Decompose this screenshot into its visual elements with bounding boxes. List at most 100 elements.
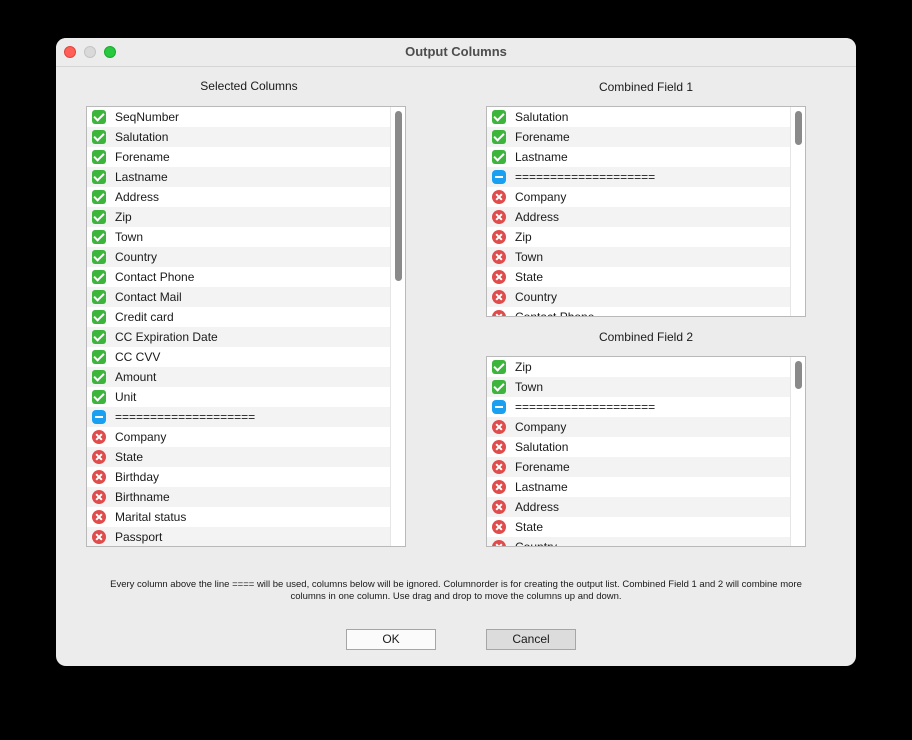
list-item-label: Marital status — [115, 510, 187, 524]
checkmark-icon — [92, 230, 106, 244]
excluded-icon — [492, 480, 506, 494]
checkmark-icon — [92, 150, 106, 164]
checkmark-icon — [92, 170, 106, 184]
list-item-label: CC Expiration Date — [115, 330, 218, 344]
list-item-label: Lastname — [515, 150, 568, 164]
list-item[interactable]: Zip — [87, 207, 391, 227]
list-item[interactable]: Company — [487, 187, 791, 207]
excluded-icon — [92, 490, 106, 504]
list-item[interactable]: Marital status — [87, 507, 391, 527]
list-item[interactable]: ==================== — [487, 167, 791, 187]
combined-field-1-header: Combined Field 1 — [598, 80, 694, 94]
checkmark-icon — [92, 290, 106, 304]
list-item-label: Zip — [115, 210, 132, 224]
list-item[interactable]: Country — [487, 287, 791, 307]
scrollbar-thumb[interactable] — [795, 361, 802, 389]
excluded-icon — [492, 420, 506, 434]
list-item-label: CC CVV — [115, 350, 161, 364]
excluded-icon — [492, 520, 506, 534]
list-item-label: Forename — [515, 460, 570, 474]
list-item-label: Company — [515, 190, 567, 204]
title-bar: Output Columns — [56, 38, 856, 67]
excluded-icon — [492, 190, 506, 204]
list-item[interactable]: Lastname — [87, 167, 391, 187]
list-item[interactable]: Town — [487, 377, 791, 397]
list-item[interactable]: Town — [487, 247, 791, 267]
list-item[interactable]: State — [487, 517, 791, 537]
list-item[interactable]: CC Expiration Date — [87, 327, 391, 347]
list-item[interactable]: ==================== — [487, 397, 791, 417]
list-item[interactable]: Zip — [487, 357, 791, 377]
list-item[interactable]: Address — [487, 497, 791, 517]
list-item[interactable]: CC CVV — [87, 347, 391, 367]
output-columns-dialog: Output Columns Selected Columns SeqNumbe… — [56, 38, 856, 666]
list-item[interactable]: Country — [487, 537, 791, 546]
excluded-icon — [492, 540, 506, 546]
list-item[interactable]: Unit — [87, 387, 391, 407]
list-item[interactable]: Forename — [87, 147, 391, 167]
cancel-button[interactable]: Cancel — [486, 629, 576, 650]
list-item[interactable]: Contact Phone — [87, 267, 391, 287]
combined-field-1-list[interactable]: Salutation Forename Lastname ==============… — [486, 106, 806, 317]
list-item-label: Birthday — [115, 470, 160, 484]
scrollbar-thumb[interactable] — [395, 111, 402, 281]
list-item[interactable]: Passport — [87, 527, 391, 546]
list-item[interactable]: Company — [487, 417, 791, 437]
list-item[interactable]: SeqNumber — [87, 107, 391, 127]
list-item[interactable]: State — [87, 447, 391, 467]
excluded-icon — [492, 290, 506, 304]
list-item-label: State — [515, 270, 544, 284]
excluded-icon — [92, 470, 106, 484]
list-item-label: Address — [515, 500, 560, 514]
list-item-label: Address — [515, 210, 560, 224]
list-item-label: Forename — [515, 130, 570, 144]
combined-field-1-scrollbar[interactable] — [790, 107, 805, 316]
checkmark-icon — [92, 270, 106, 284]
list-item[interactable]: Credit card — [87, 307, 391, 327]
list-item[interactable]: Forename — [487, 457, 791, 477]
list-item[interactable]: Company — [87, 427, 391, 447]
list-item-label: Salutation — [515, 440, 569, 454]
scrollbar-thumb[interactable] — [795, 111, 802, 145]
list-item[interactable]: Lastname — [487, 147, 791, 167]
list-item-label: Address — [115, 190, 160, 204]
checkmark-icon — [92, 110, 106, 124]
list-item[interactable]: Address — [87, 187, 391, 207]
checkmark-icon — [92, 390, 106, 404]
list-item[interactable]: Forename — [487, 127, 791, 147]
excluded-icon — [492, 440, 506, 454]
list-item[interactable]: Birthname — [87, 487, 391, 507]
list-item[interactable]: Country — [87, 247, 391, 267]
excluded-icon — [492, 270, 506, 284]
combined-field-2-scrollbar[interactable] — [790, 357, 805, 546]
list-item[interactable]: Contact Phone — [487, 307, 791, 316]
help-text: Every column above the line ==== will be… — [110, 579, 802, 602]
list-item[interactable]: Birthday — [87, 467, 391, 487]
list-item[interactable]: ==================== — [87, 407, 391, 427]
list-item-label: Zip — [515, 360, 532, 374]
list-item[interactable]: Address — [487, 207, 791, 227]
list-item[interactable]: Salutation — [487, 437, 791, 457]
list-item[interactable]: Town — [87, 227, 391, 247]
list-item[interactable]: Salutation — [87, 127, 391, 147]
list-item[interactable]: Contact Mail — [87, 287, 391, 307]
excluded-icon — [492, 250, 506, 264]
combined-field-2-header: Combined Field 2 — [598, 330, 694, 344]
checkmark-icon — [492, 110, 506, 124]
list-item[interactable]: Zip — [487, 227, 791, 247]
list-item-label: Contact Phone — [115, 270, 195, 284]
list-item-label: Lastname — [115, 170, 168, 184]
list-item[interactable]: Lastname — [487, 477, 791, 497]
list-item[interactable]: State — [487, 267, 791, 287]
list-item[interactable]: Amount — [87, 367, 391, 387]
list-item-label: Passport — [115, 530, 163, 544]
combined-field-2-list[interactable]: Zip Town ==================== Company Saluta… — [486, 356, 806, 547]
excluded-icon — [492, 230, 506, 244]
ok-button[interactable]: OK — [346, 629, 436, 650]
checkmark-icon — [492, 150, 506, 164]
list-item-label: Town — [515, 380, 544, 394]
list-item-label: Contact Mail — [115, 290, 182, 304]
selected-columns-scrollbar[interactable] — [390, 107, 405, 546]
list-item[interactable]: Salutation — [487, 107, 791, 127]
selected-columns-list[interactable]: SeqNumber Salutation Forename Lastname Addre… — [86, 106, 406, 547]
